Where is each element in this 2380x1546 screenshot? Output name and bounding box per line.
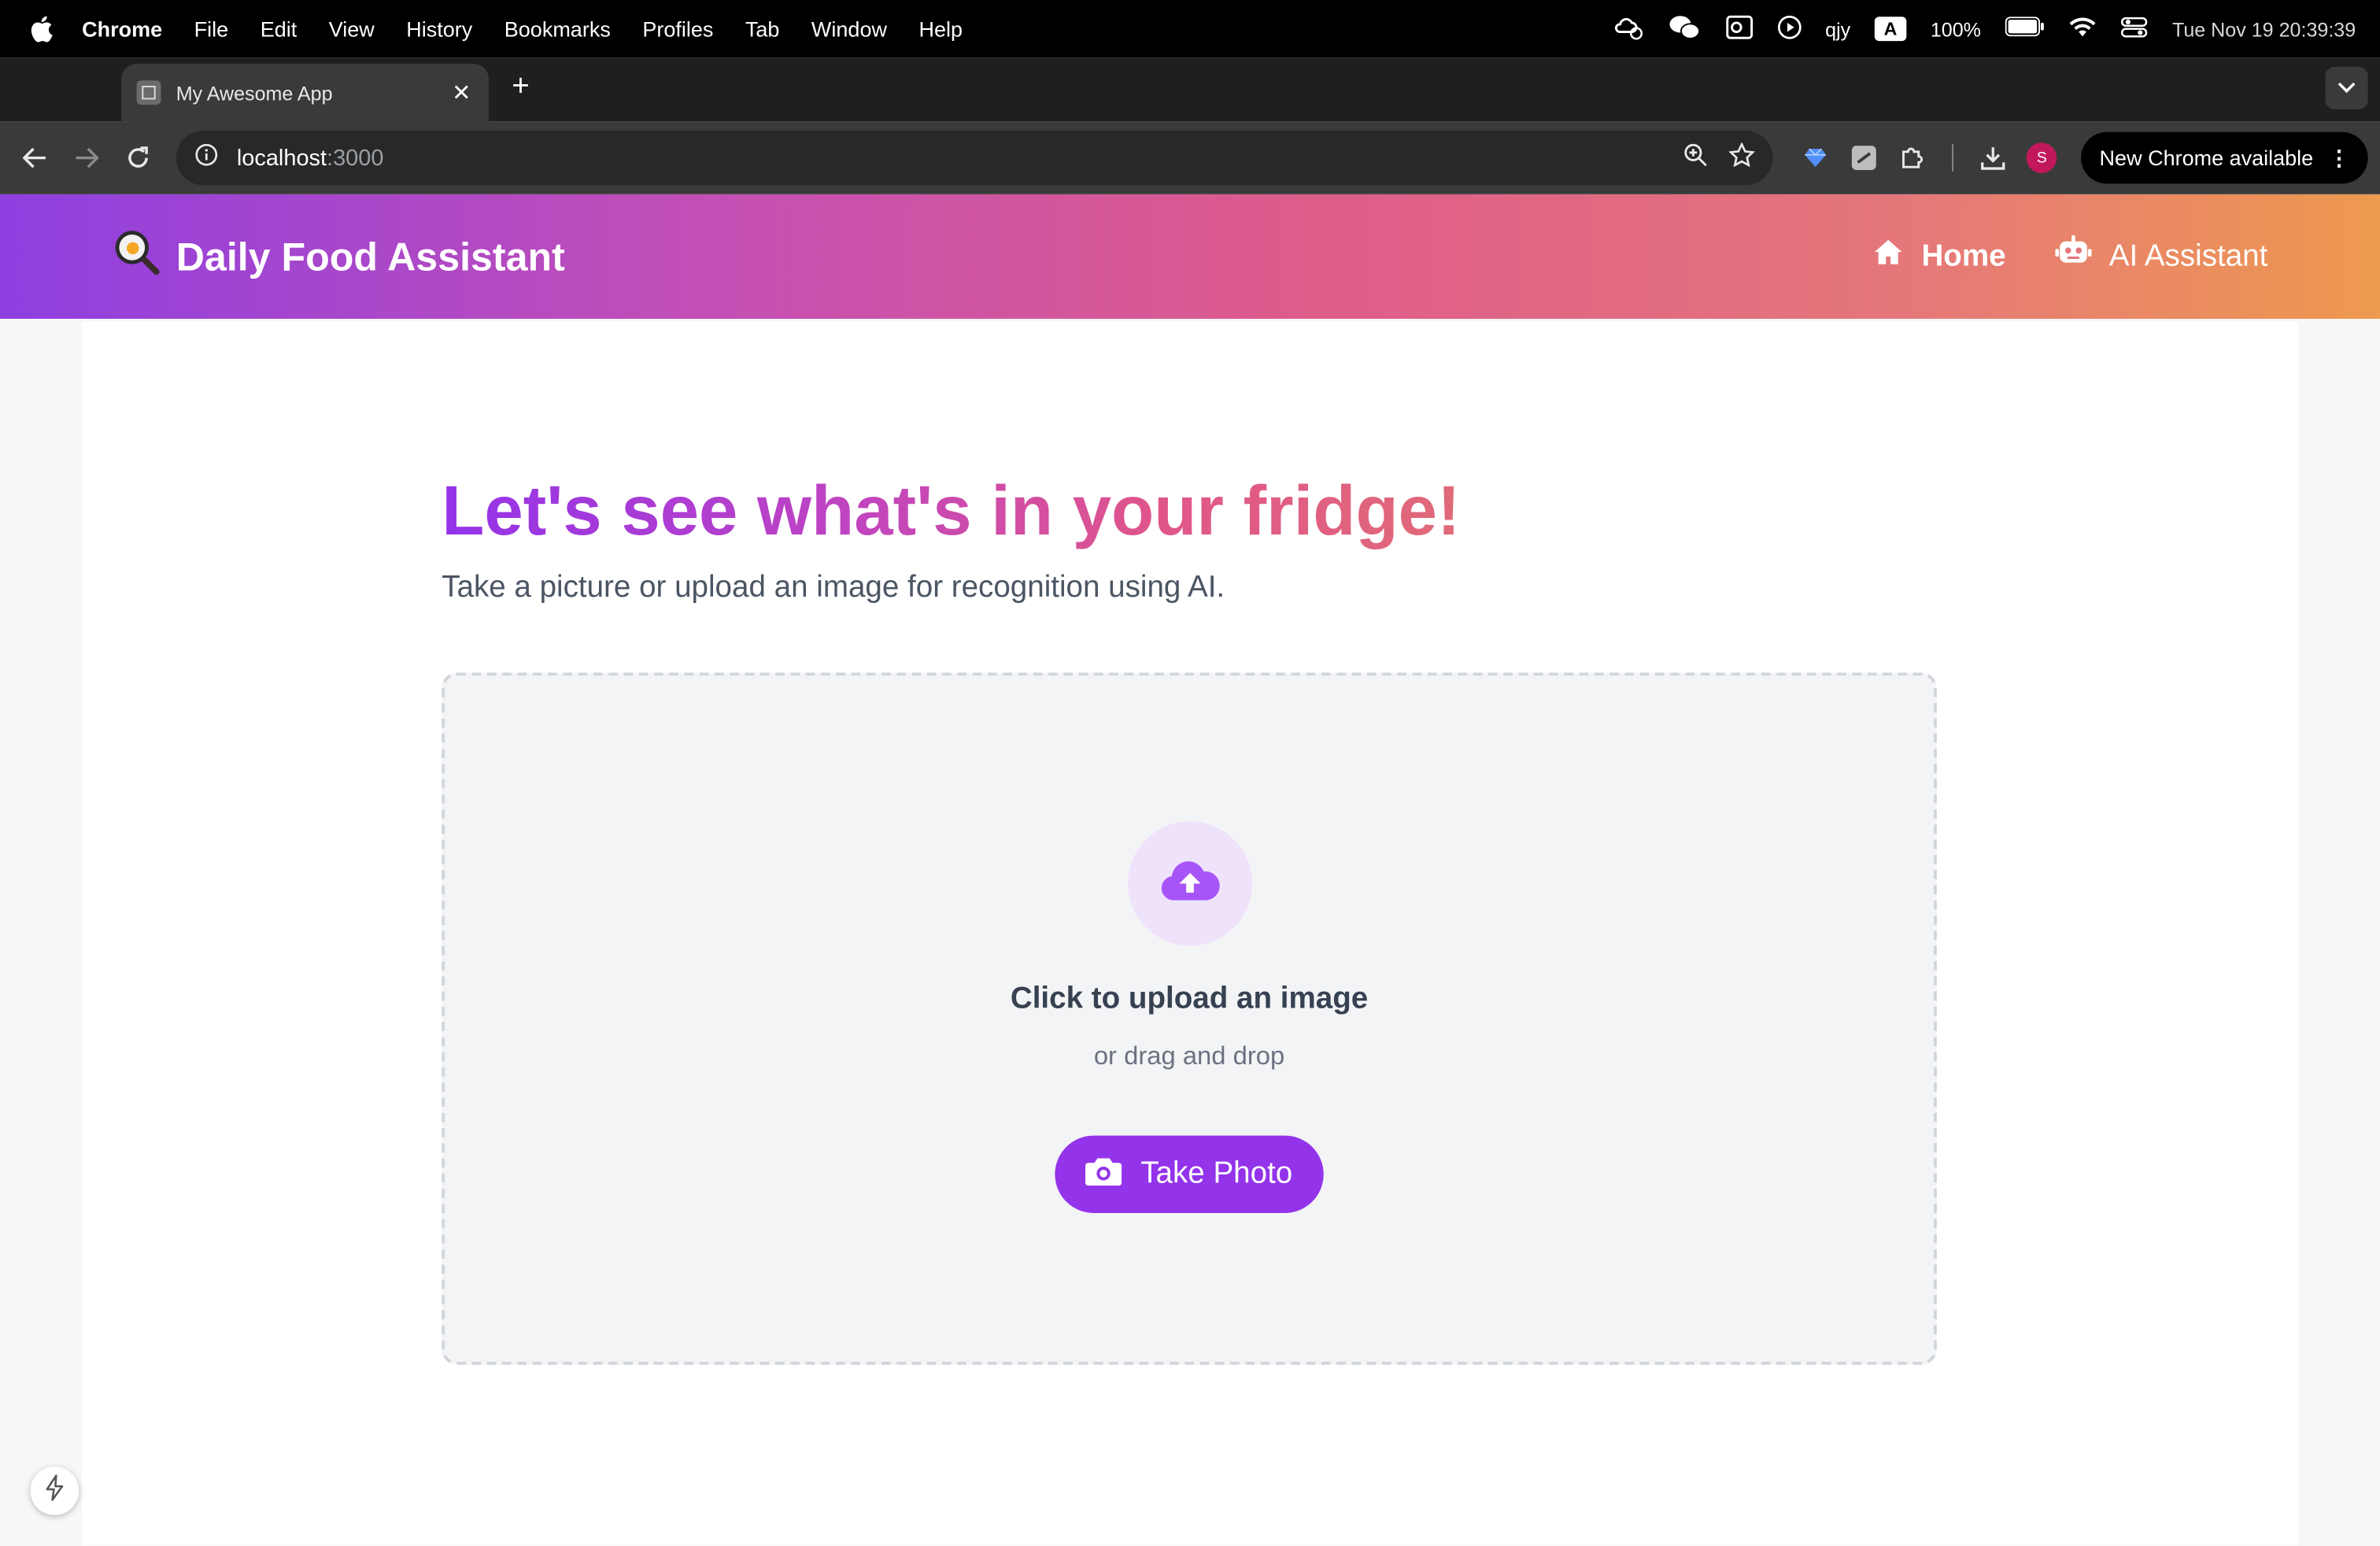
menu-tab[interactable]: Tab xyxy=(745,17,780,41)
browser-tab-strip: My Awesome App ✕ + xyxy=(0,57,2380,122)
zoom-icon[interactable] xyxy=(1683,142,1708,173)
downloads-icon[interactable] xyxy=(1972,137,2015,179)
browser-toolbar: localhost :3000 S New Chrome available ⋮ xyxy=(0,121,2380,194)
extension-gem-icon[interactable] xyxy=(1794,137,1837,179)
image-dropzone[interactable]: Click to upload an image or drag and dro… xyxy=(442,672,1937,1365)
nav-ai-assistant[interactable]: AI Assistant xyxy=(2054,235,2267,278)
brand-name: Daily Food Assistant xyxy=(176,233,565,279)
brand-logo[interactable]: Daily Food Assistant xyxy=(113,227,565,286)
tab-search-button[interactable] xyxy=(2325,66,2368,109)
menu-history[interactable]: History xyxy=(406,17,472,41)
extension-stripe-icon[interactable] xyxy=(1843,137,1886,179)
home-icon xyxy=(1873,237,1904,276)
dev-tools-bolt-button[interactable] xyxy=(30,1466,79,1515)
page-subtitle: Take a picture or upload an image for re… xyxy=(442,571,1225,605)
upload-title[interactable]: Click to upload an image xyxy=(1011,982,1368,1017)
address-bar[interactable]: localhost :3000 xyxy=(176,130,1773,186)
reload-button[interactable] xyxy=(116,135,161,181)
frying-pan-icon xyxy=(113,227,161,286)
lightning-bolt-icon xyxy=(44,1474,65,1508)
upload-icon-circle[interactable] xyxy=(1126,821,1252,946)
profile-avatar[interactable]: S xyxy=(2020,137,2063,179)
play-icon[interactable] xyxy=(1776,14,1801,43)
forward-button[interactable] xyxy=(64,135,109,181)
page-title: Let's see what's in your fridge! xyxy=(442,468,1460,553)
site-info-icon[interactable] xyxy=(194,142,219,173)
apple-icon[interactable] xyxy=(24,15,57,43)
update-label: New Chrome available xyxy=(2099,146,2314,171)
more-options-icon: ⋮ xyxy=(2328,145,2350,170)
menu-view[interactable]: View xyxy=(329,17,375,41)
take-photo-button[interactable]: Take Photo xyxy=(1055,1135,1323,1213)
content-column: Let's see what's in your fridge! Take a … xyxy=(442,322,1937,1365)
camera-icon xyxy=(1085,1155,1123,1194)
nav-ai-assistant-label: AI Assistant xyxy=(2108,239,2268,273)
url-host: localhost xyxy=(236,145,327,171)
browser-tab-active[interactable]: My Awesome App ✕ xyxy=(121,64,490,122)
robot-icon xyxy=(2054,235,2091,278)
new-tab-button[interactable]: + xyxy=(504,69,537,103)
nav-home[interactable]: Home xyxy=(1873,237,2006,276)
extensions-puzzle-icon[interactable] xyxy=(1891,137,1934,179)
bookmark-star-icon[interactable] xyxy=(1728,142,1756,173)
menu-app-name[interactable]: Chrome xyxy=(82,17,162,41)
main-nav: Home AI Assistant xyxy=(1873,235,2267,278)
app-header: Daily Food Assistant Home AI Assistant xyxy=(0,194,2380,320)
outlook-icon[interactable] xyxy=(1725,13,1753,45)
url-port: :3000 xyxy=(327,145,384,171)
menubar-user[interactable]: qjy xyxy=(1825,17,1850,40)
input-source-badge[interactable]: A xyxy=(1875,17,1906,42)
battery-icon[interactable] xyxy=(2005,17,2045,41)
back-button[interactable] xyxy=(12,135,57,181)
battery-percent: 100% xyxy=(1930,17,1981,41)
tab-title: My Awesome App xyxy=(176,81,333,105)
menu-window[interactable]: Window xyxy=(811,17,887,41)
upload-subtitle: or drag and drop xyxy=(1093,1041,1285,1071)
macos-menu-bar: Chrome File Edit View History Bookmarks … xyxy=(0,0,2380,58)
menu-edit[interactable]: Edit xyxy=(261,17,298,41)
nav-home-label: Home xyxy=(1921,239,2006,273)
wechat-icon[interactable] xyxy=(1668,13,1701,45)
close-tab-icon[interactable]: ✕ xyxy=(449,80,474,106)
chevron-down-icon xyxy=(2338,75,2356,102)
menu-help[interactable]: Help xyxy=(918,17,963,41)
chrome-update-button[interactable]: New Chrome available ⋮ xyxy=(2081,131,2368,184)
tab-favicon-icon xyxy=(136,80,161,105)
cloud-upload-icon xyxy=(1158,857,1221,911)
take-photo-label: Take Photo xyxy=(1140,1156,1293,1191)
control-center-icon[interactable] xyxy=(2120,16,2148,42)
menu-profiles[interactable]: Profiles xyxy=(642,17,713,41)
menubar-clock[interactable]: Tue Nov 19 20:39:39 xyxy=(2172,17,2356,40)
cloud-sync-icon[interactable] xyxy=(1613,13,1643,45)
wifi-icon[interactable] xyxy=(2069,16,2097,42)
toolbar-divider xyxy=(1952,144,1954,172)
menu-file[interactable]: File xyxy=(194,17,229,41)
menu-bookmarks[interactable]: Bookmarks xyxy=(504,17,611,41)
profile-initial: S xyxy=(2026,142,2057,173)
main-content: Let's see what's in your fridge! Take a … xyxy=(82,321,2298,1546)
